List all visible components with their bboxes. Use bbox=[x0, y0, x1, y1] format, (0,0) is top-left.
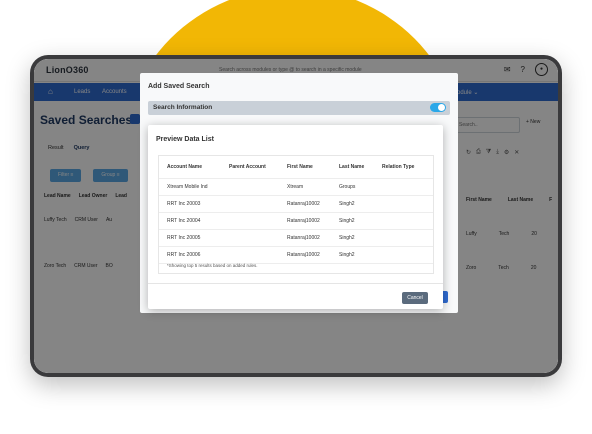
table-row: RRT Inc 20003 Ratanraj10002 Singh2 bbox=[159, 196, 433, 213]
table-cell: RRT Inc 20003 bbox=[167, 201, 201, 207]
table-row: RRT Inc 20005 Ratanraj10002 Singh2 bbox=[159, 230, 433, 247]
table-cell: Ratanraj10002 bbox=[287, 201, 320, 207]
table-cell: RRT Inc 20006 bbox=[167, 252, 201, 258]
laptop-frame: LionO360 Search across modules or type @… bbox=[30, 55, 562, 377]
modal-title: Add Saved Search bbox=[148, 83, 210, 90]
table-cell: Xtream Mobile Ind bbox=[167, 184, 208, 190]
table-cell: Ratanraj10002 bbox=[287, 252, 320, 258]
cancel-button[interactable]: Cancel bbox=[402, 292, 428, 304]
table-header: Account Name Parent Account First Name L… bbox=[159, 156, 433, 179]
table-cell: Ratanraj10002 bbox=[287, 235, 320, 241]
column-header: Parent Account bbox=[229, 164, 266, 170]
column-header: Account Name bbox=[167, 164, 203, 170]
preview-note: *Showing top 5 results based on added ru… bbox=[167, 263, 258, 268]
app-screen: LionO360 Search across modules or type @… bbox=[34, 59, 558, 373]
table-row: RRT Inc 20004 Ratanraj10002 Singh2 bbox=[159, 213, 433, 230]
table-cell: RRT Inc 20004 bbox=[167, 218, 201, 224]
preview-data-list-modal: Preview Data List Account Name Parent Ac… bbox=[148, 125, 443, 309]
section-toggle[interactable] bbox=[430, 103, 446, 112]
table-row: Xtream Mobile Ind Xtream Groups bbox=[159, 179, 433, 196]
modal-divider bbox=[148, 283, 443, 284]
table-cell: Singh2 bbox=[339, 252, 355, 258]
modal-title: Preview Data List bbox=[156, 136, 214, 143]
table-cell: Singh2 bbox=[339, 235, 355, 241]
table-cell: RRT Inc 20005 bbox=[167, 235, 201, 241]
table-cell: Groups bbox=[339, 184, 356, 190]
column-header: Last Name bbox=[339, 164, 365, 170]
table-row: RRT Inc 20006 Ratanraj10002 Singh2 bbox=[159, 247, 433, 264]
column-header: Relation Type bbox=[382, 164, 415, 170]
column-header: First Name bbox=[287, 164, 313, 170]
table-cell: Singh2 bbox=[339, 218, 355, 224]
section-title: Search Information bbox=[153, 104, 213, 111]
preview-table: Account Name Parent Account First Name L… bbox=[158, 155, 434, 274]
table-cell: Xtream bbox=[287, 184, 304, 190]
table-cell: Singh2 bbox=[339, 201, 355, 207]
table-cell: Ratanraj10002 bbox=[287, 218, 320, 224]
section-header: Search Information bbox=[148, 101, 450, 115]
